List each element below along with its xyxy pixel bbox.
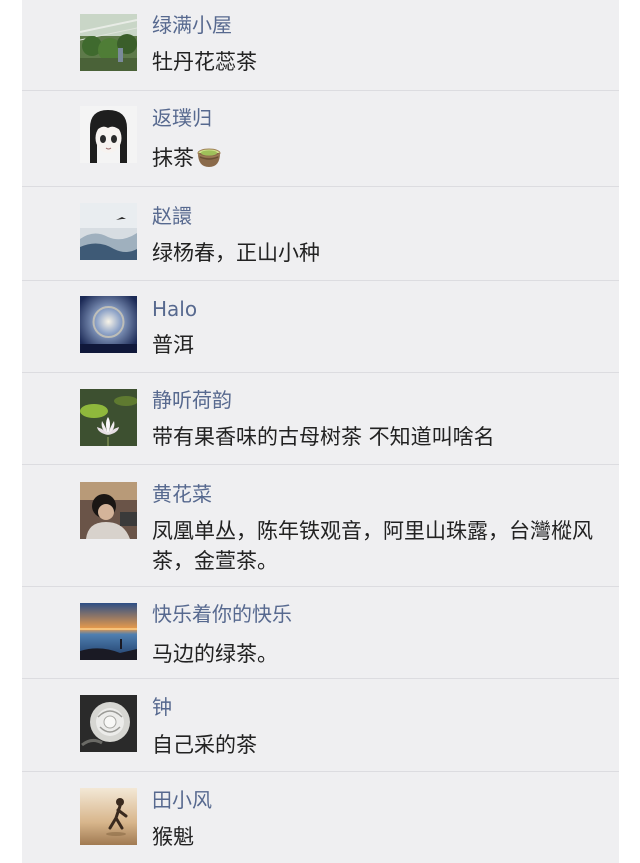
commenter-name[interactable]: 绿满小屋 xyxy=(152,12,232,38)
person-photo-avatar[interactable] xyxy=(80,482,137,539)
comment-item: 田小风 猴魁 xyxy=(22,772,619,863)
anime-girl-avatar[interactable] xyxy=(80,106,137,163)
comment-text: 牡丹花蕊茶 xyxy=(152,50,257,74)
comment-item: 黄花菜 凤凰单丛，陈年铁观音，阿里山珠露，台灣樅风茶，金萱茶。 xyxy=(22,465,619,587)
comment-text: 抹茶 xyxy=(152,143,607,173)
misty-mountain-bird-avatar[interactable] xyxy=(80,203,137,260)
sunset-sea-avatar[interactable] xyxy=(80,603,137,660)
comment-item: 快乐着你的快乐 马边的绿茶。 xyxy=(22,587,619,679)
comment-item: Halo 普洱 xyxy=(22,281,619,373)
comment-text: 马边的绿茶。 xyxy=(152,642,278,666)
white-rose-avatar[interactable] xyxy=(80,695,137,752)
commenter-name[interactable]: Halo xyxy=(152,296,197,322)
commenter-name[interactable]: 静听荷韵 xyxy=(152,387,232,413)
comment-text: 带有果香味的古母树茶 不知道叫啥名 xyxy=(152,425,495,449)
sky-halo-avatar[interactable] xyxy=(80,296,137,353)
comment-item: 返璞归 抹茶 xyxy=(22,91,619,187)
comment-item: 静听荷韵 带有果香味的古母树茶 不知道叫啥名 xyxy=(22,373,619,465)
commenter-name[interactable]: 快乐着你的快乐 xyxy=(152,601,292,627)
comment-item: 赵譞 绿杨春，正山小种 xyxy=(22,187,619,281)
comment-item: 绿满小屋 牡丹花蕊茶 xyxy=(22,0,619,91)
commenter-name[interactable]: 赵譞 xyxy=(152,203,192,229)
tea-cup-icon xyxy=(197,148,221,167)
commenter-name[interactable]: 返璞归 xyxy=(152,105,212,131)
comment-text: 普洱 xyxy=(152,333,194,357)
comment-text: 猴魁 xyxy=(152,825,194,849)
commenter-name[interactable]: 黄花菜 xyxy=(152,481,212,507)
commenter-name[interactable]: 田小风 xyxy=(152,787,212,813)
comment-text: 自己采的茶 xyxy=(152,733,257,757)
greenhouse-avatar[interactable] xyxy=(80,14,137,71)
beach-silhouette-avatar[interactable] xyxy=(80,788,137,845)
comment-item: 钟 自己采的茶 xyxy=(22,679,619,772)
comment-text: 绿杨春，正山小种 xyxy=(152,241,320,265)
lotus-flower-avatar[interactable] xyxy=(80,389,137,446)
comment-text: 凤凰单丛，陈年铁观音，阿里山珠露，台灣樅风茶，金萱茶。 xyxy=(152,519,593,573)
comment-list: 绿满小屋 牡丹花蕊茶 返璞归 抹茶 赵譞 绿杨春，正山小种 Halo 普洱 静听… xyxy=(22,0,619,863)
commenter-name[interactable]: 钟 xyxy=(152,694,172,720)
